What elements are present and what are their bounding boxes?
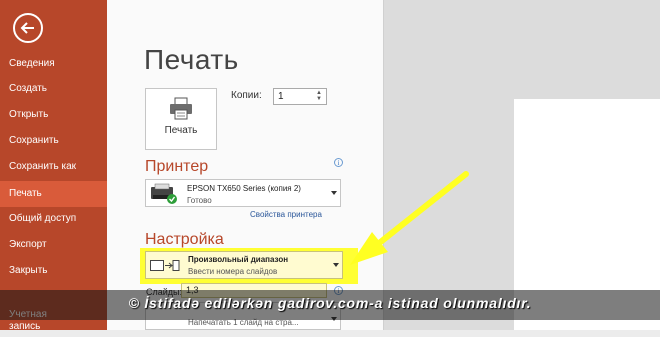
yellow-arrow-annotation [350,171,469,265]
watermark-text: © İstifadə edilərkən gadirov.com-a istin… [128,295,532,311]
